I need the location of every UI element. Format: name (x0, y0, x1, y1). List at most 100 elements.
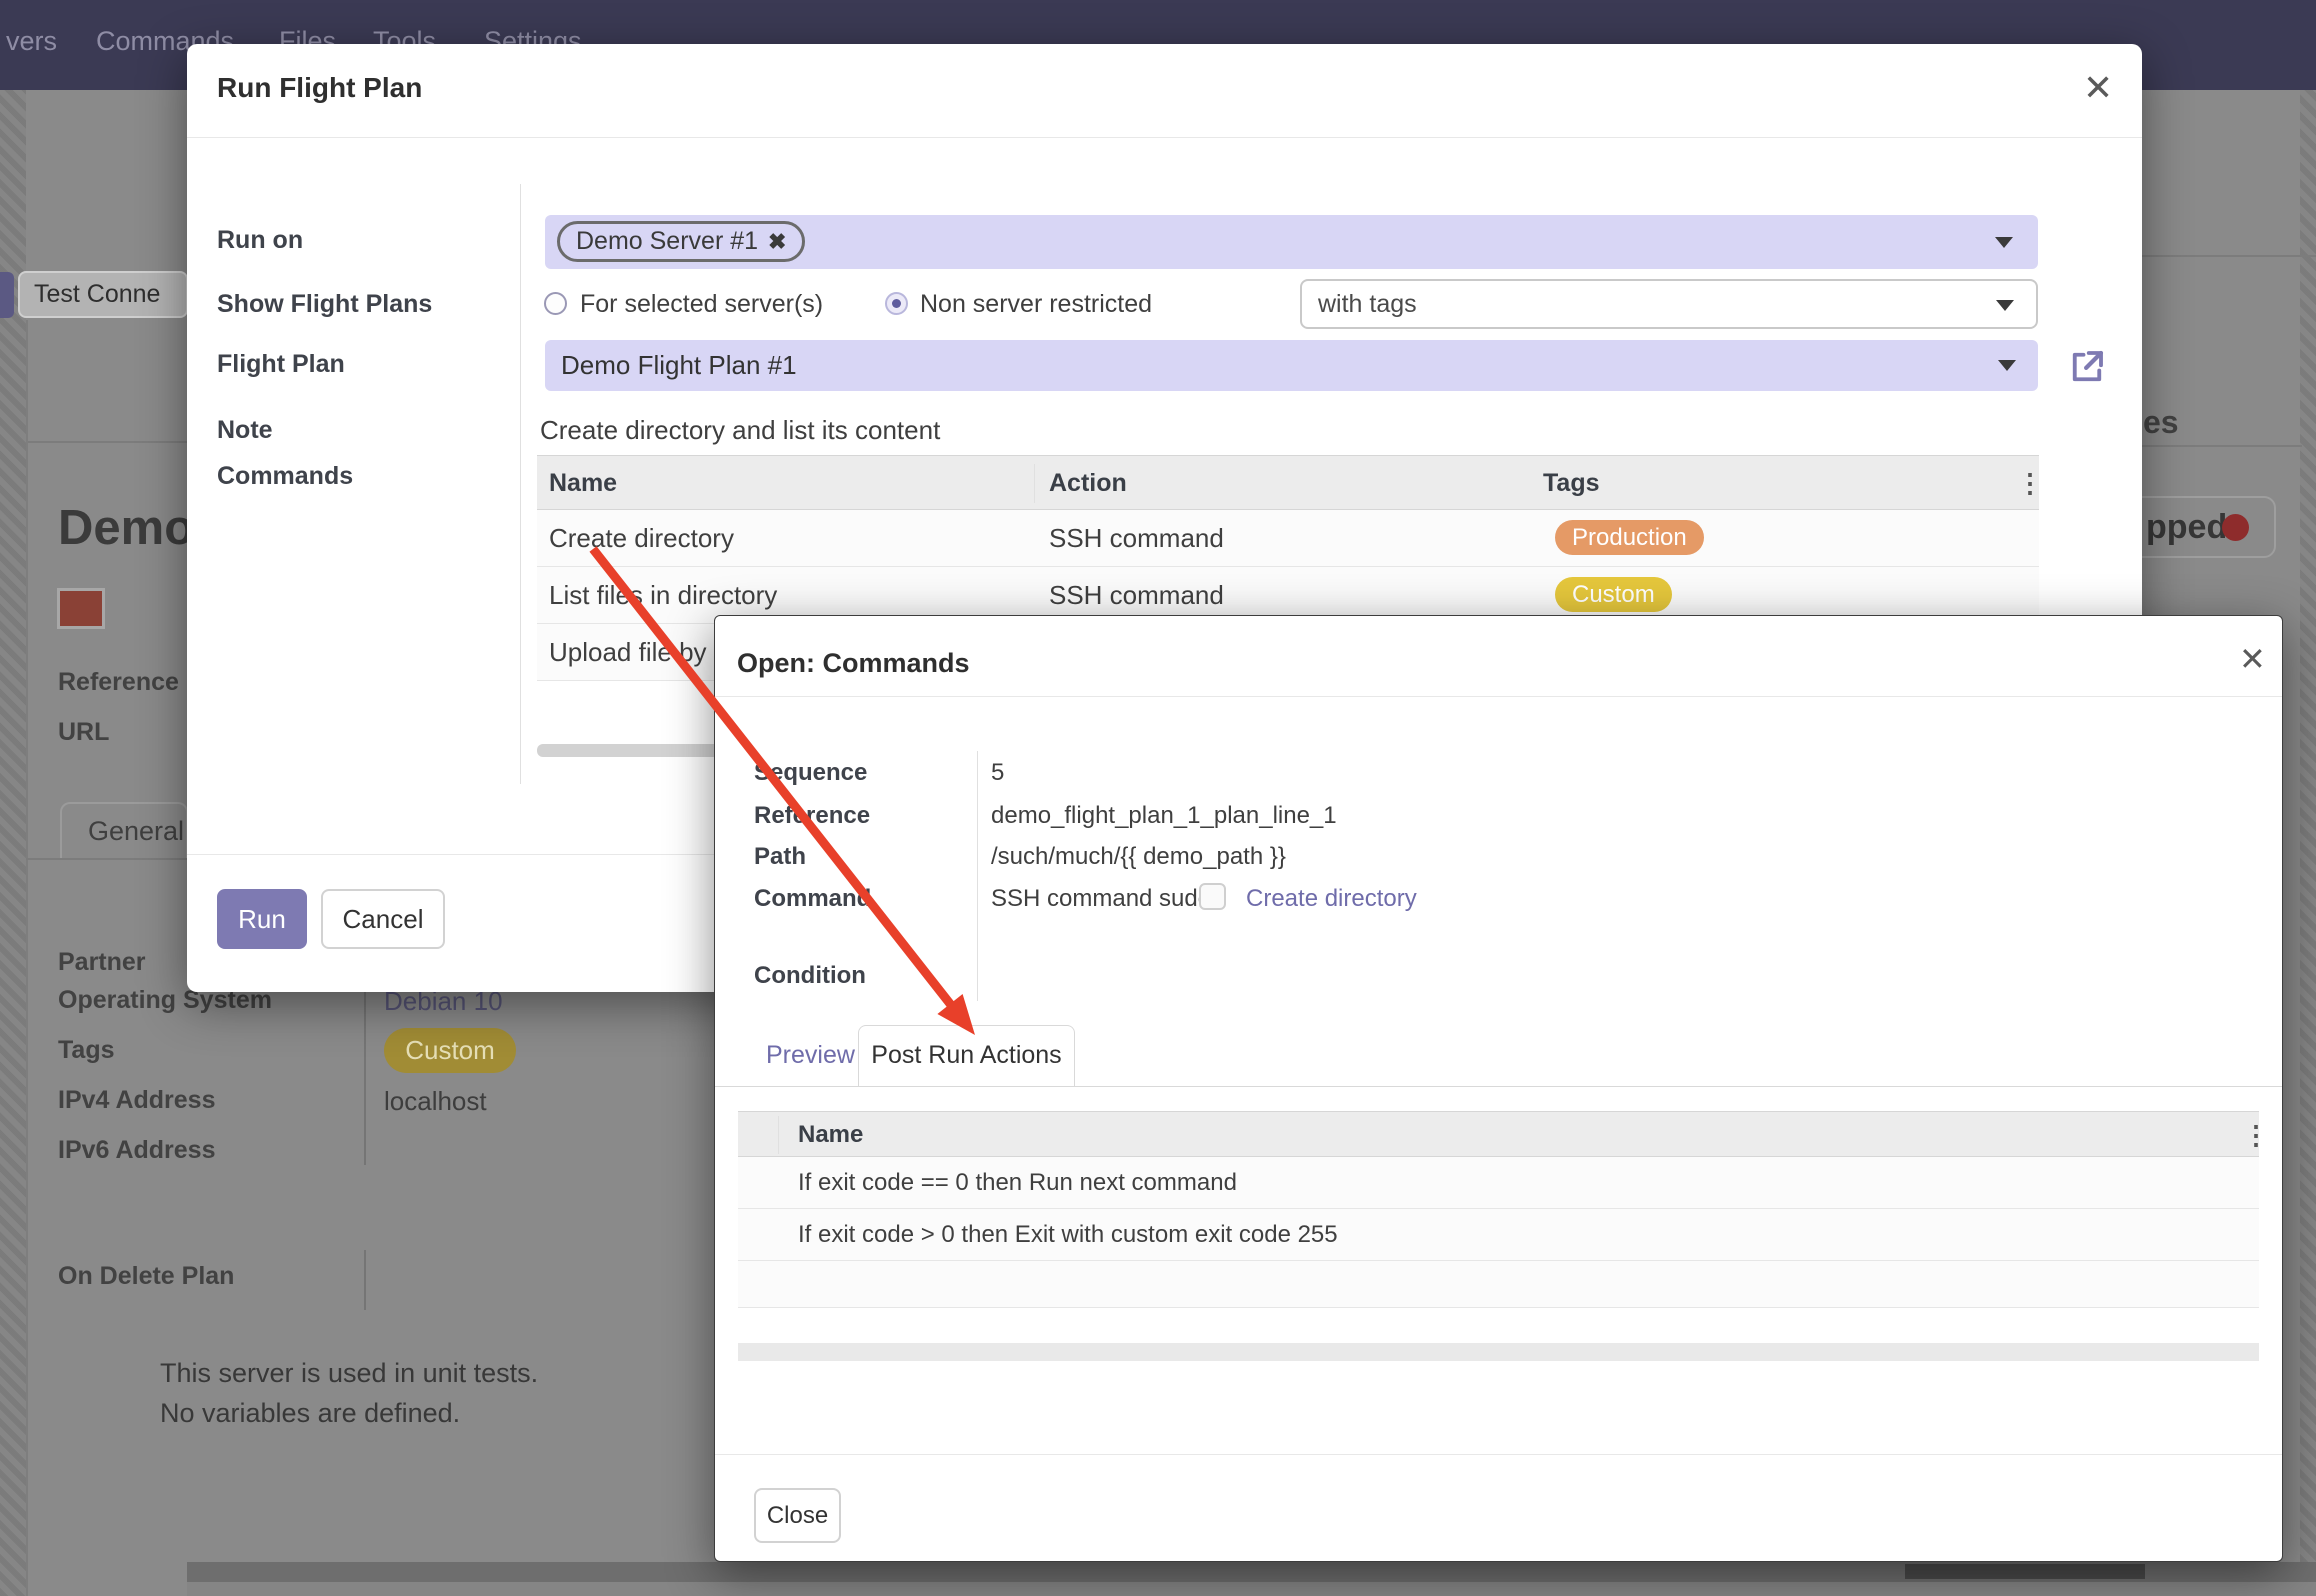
background-dimmed-text-artifact (1905, 1564, 2145, 1579)
tab-preview[interactable]: Preview (766, 1041, 855, 1070)
post-run-table-header: Name ⋮ (738, 1111, 2259, 1157)
cancel-button[interactable]: Cancel (321, 889, 445, 949)
radio-for-selected-servers[interactable] (544, 292, 567, 315)
background-variables-note: No variables are defined. (160, 1398, 460, 1429)
flight-plan-value: Demo Flight Plan #1 (561, 350, 797, 381)
dropdown-caret-icon[interactable] (1998, 360, 2016, 371)
status-stopped-partial-text: pped (2146, 508, 2227, 547)
column-header-tags[interactable]: Tags (1543, 469, 1600, 498)
background-partial-text: es (2143, 404, 2179, 441)
radio-non-server-restricted[interactable] (885, 292, 908, 315)
note-label: Note (217, 416, 273, 445)
right-edge-strip (2300, 90, 2316, 1596)
command-name: Upload file by (549, 637, 707, 668)
command-name: List files in directory (549, 580, 777, 611)
radio-for-selected-servers-label[interactable]: For selected server(s) (580, 290, 823, 319)
background-panel-border (26, 320, 28, 1596)
background-divider (26, 441, 187, 443)
background-bottom-strip (187, 1582, 2316, 1596)
nav-item-servers[interactable]: vers (6, 26, 57, 57)
background-field-separator-2 (364, 1250, 366, 1310)
external-link-icon[interactable] (2066, 346, 2108, 388)
run-on-label: Run on (217, 226, 303, 255)
post-run-actions-table: Name ⋮ If exit code == 0 then Run next c… (738, 1111, 2259, 1308)
run-button[interactable]: Run (217, 889, 307, 949)
background-ipv4-value: localhost (384, 1086, 487, 1117)
background-right-divider (2142, 445, 2302, 447)
horizontal-scrollbar-track[interactable] (738, 1343, 2259, 1361)
command-tag-badge: Custom (1555, 577, 1672, 612)
background-tags-label: Tags (58, 1036, 115, 1065)
table-options-kebab-icon[interactable]: ⋮ (2243, 1120, 2269, 1151)
tab-row-divider (715, 1086, 2282, 1087)
create-directory-checkbox[interactable] (1199, 883, 1226, 910)
command-label: Command (754, 885, 871, 913)
open-modal-footer-divider (715, 1454, 2282, 1455)
open-modal-close-icon[interactable]: ✕ (2239, 641, 2266, 677)
flight-plan-label: Flight Plan (217, 350, 345, 379)
screen: vers Commands Files Tools Settings Test … (0, 0, 2316, 1596)
test-connection-button[interactable]: Test Conne (18, 271, 188, 318)
background-tab-baseline (26, 858, 187, 860)
condition-label: Condition (754, 962, 866, 990)
background-unit-test-note: This server is used in unit tests. (160, 1358, 538, 1389)
create-directory-link[interactable]: Create directory (1246, 885, 1417, 913)
commands-table-header: Name Action Tags ⋮ (537, 455, 2039, 510)
server-color-swatch[interactable] (57, 588, 105, 629)
table-options-kebab-icon[interactable]: ⋮ (2017, 468, 2043, 499)
reference-value: demo_flight_plan_1_plan_line_1 (991, 802, 1337, 830)
background-ipv6-label: IPv6 Address (58, 1136, 215, 1165)
run-modal-close-icon[interactable]: ✕ (2083, 70, 2113, 106)
column-header-name[interactable]: Name (549, 469, 617, 498)
open-modal-title: Open: Commands (737, 648, 970, 679)
background-reference-label: Reference (58, 668, 179, 697)
background-server-heading: Demo (58, 500, 194, 556)
post-run-action-name: If exit code == 0 then Run next command (798, 1169, 1237, 1197)
background-ipv4-label: IPv4 Address (58, 1086, 215, 1115)
command-tag-badge: Production (1555, 520, 1704, 555)
flight-plan-select[interactable]: Demo Flight Plan #1 (545, 340, 2038, 391)
command-action: SSH command (1049, 580, 1224, 611)
column-header-action[interactable]: Action (1049, 469, 1127, 498)
post-run-action-name: If exit code > 0 then Exit with custom e… (798, 1221, 1338, 1249)
sequence-value: 5 (991, 759, 1004, 787)
column-header-name[interactable]: Name (798, 1121, 863, 1149)
server-tag-pill[interactable]: Demo Server #1 ✖ (557, 221, 805, 262)
radio-non-server-restricted-label[interactable]: Non server restricted (920, 290, 1152, 319)
command-action: SSH command (1049, 523, 1224, 554)
run-modal-title: Run Flight Plan (217, 72, 422, 104)
tab-general[interactable]: General (60, 802, 188, 859)
post-run-action-row[interactable]: If exit code == 0 then Run next command (738, 1157, 2259, 1209)
run-modal-label-separator (520, 184, 521, 784)
command-row[interactable]: Create directory SSH command Production (537, 510, 2039, 567)
tab-post-run-actions[interactable]: Post Run Actions (858, 1025, 1075, 1086)
background-url-label: URL (58, 718, 109, 747)
background-button-fragment (0, 272, 14, 318)
run-on-multiselect[interactable]: Demo Server #1 ✖ (545, 215, 2038, 269)
tags-filter-select[interactable]: with tags (1300, 279, 2038, 329)
command-value: SSH command sudo (991, 885, 1211, 913)
path-value: /such/much/{{ demo_path }} (991, 843, 1286, 871)
background-on-delete-plan-label: On Delete Plan (58, 1262, 234, 1291)
command-name: Create directory (549, 523, 734, 554)
path-label: Path (754, 843, 806, 871)
run-modal-header-divider (187, 137, 2142, 138)
open-commands-modal: Open: Commands ✕ Sequence 5 Reference de… (714, 615, 2283, 1562)
sequence-label: Sequence (754, 759, 867, 787)
remove-tag-icon[interactable]: ✖ (768, 229, 786, 255)
open-modal-header-divider (715, 696, 2282, 697)
dropdown-caret-icon[interactable] (1996, 300, 2014, 311)
note-value: Create directory and list its content (540, 415, 940, 446)
column-divider (1034, 464, 1035, 503)
background-custom-tag-badge: Custom (384, 1028, 516, 1073)
server-tag-label: Demo Server #1 (576, 227, 758, 256)
post-run-action-row[interactable]: If exit code > 0 then Exit with custom e… (738, 1209, 2259, 1261)
show-flight-plans-label: Show Flight Plans (217, 290, 432, 319)
close-button[interactable]: Close (754, 1488, 841, 1543)
open-modal-label-separator (977, 751, 978, 1001)
background-partner-label: Partner (58, 948, 146, 977)
background-right-divider-top (2142, 255, 2316, 257)
commands-label: Commands (217, 462, 353, 491)
dropdown-caret-icon[interactable] (1995, 237, 2013, 248)
status-stopped-dot (2222, 514, 2249, 541)
